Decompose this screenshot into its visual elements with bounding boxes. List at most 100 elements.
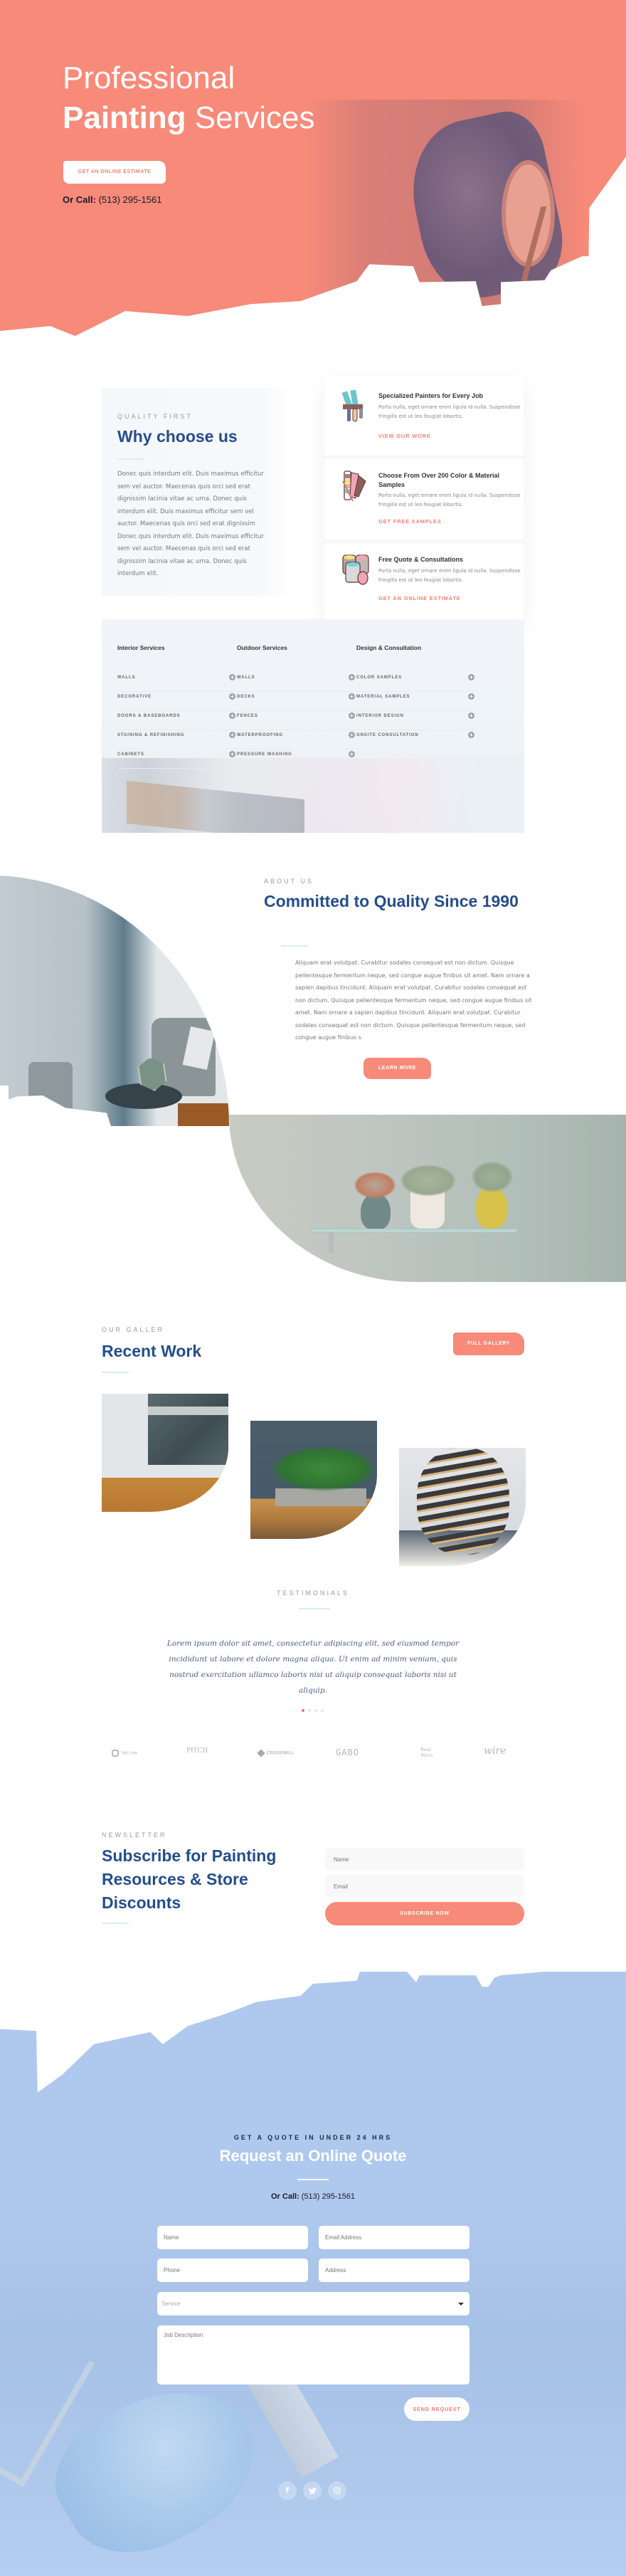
- service-label: DOORS & BASEBOARDS: [117, 714, 181, 718]
- plus-circle-icon[interactable]: +: [349, 713, 355, 719]
- shelf-bracket: [329, 1232, 334, 1253]
- plus-circle-icon[interactable]: +: [349, 674, 355, 680]
- service-select[interactable]: Service: [157, 2292, 469, 2315]
- plant: [400, 1165, 457, 1197]
- slide-dot[interactable]: [308, 1709, 311, 1712]
- paint-cans-icon: [342, 554, 369, 585]
- plus-circle-icon[interactable]: +: [468, 732, 474, 738]
- plus-circle-icon[interactable]: +: [229, 674, 235, 680]
- quote-email-input[interactable]: [319, 2226, 469, 2249]
- hero-title-rest: Services: [186, 100, 315, 135]
- job-description-textarea[interactable]: [157, 2325, 469, 2385]
- quote-phone-input[interactable]: [157, 2259, 308, 2282]
- service-item[interactable]: DECORATIVE +: [117, 692, 235, 711]
- service-item[interactable]: DOORS & BASEBOARDS +: [117, 711, 235, 730]
- logo-wire: wire: [484, 1745, 506, 1757]
- plus-circle-icon[interactable]: +: [468, 693, 474, 700]
- about-eyebrow: ABOUT US: [264, 878, 314, 885]
- service-label: FENCES: [237, 714, 258, 718]
- plus-circle-icon[interactable]: +: [229, 693, 235, 700]
- about-divider: [281, 945, 308, 947]
- testimonial-quote: Lorem ipsum dolor sit amet, consectetur …: [166, 1639, 460, 1695]
- plus-circle-icon[interactable]: +: [229, 732, 235, 738]
- service-item[interactable]: FENCES +: [237, 711, 355, 730]
- slide-dot[interactable]: [321, 1709, 324, 1712]
- services-section: Interior Services WALLS + DECORATIVE + DOO…: [102, 619, 524, 833]
- service-label: ONSITE CONSULTATION: [356, 733, 419, 737]
- service-item[interactable]: INTERIOR DESIGN +: [356, 711, 474, 730]
- logo-jobline: Job Line: [112, 1750, 137, 1757]
- phone-number[interactable]: (513) 295-1561: [96, 194, 162, 205]
- gallery-eyebrow: OUR GALLER: [102, 1326, 165, 1333]
- why-choose-panel: QUALITY FIRST Why choose us Donec quis i…: [102, 388, 294, 596]
- slide-dot[interactable]: [314, 1709, 317, 1712]
- subscribe-button[interactable]: SUBSCRIBE NOW: [325, 1902, 524, 1925]
- slide-dot-active[interactable]: [302, 1709, 304, 1712]
- card-text: Porta nulla, eget ornare enim ligula id …: [378, 493, 521, 508]
- service-item[interactable]: MATERIAL SAMPLES +: [356, 692, 474, 711]
- call-label: Or Call:: [63, 194, 96, 205]
- service-item[interactable]: STAINING & REFINISHING +: [117, 730, 235, 750]
- quote-address-input[interactable]: [319, 2259, 469, 2282]
- learn-more-button[interactable]: LEARN MORE: [364, 1058, 431, 1079]
- wall-painting: [148, 1394, 228, 1465]
- newsletter-eyebrow: NEWSLETTER: [102, 1831, 167, 1839]
- view-our-work-link[interactable]: VIEW OUR WORK: [378, 433, 431, 439]
- service-item[interactable]: ONSITE CONSULTATION +: [356, 730, 474, 750]
- service-label: COLOR SAMPLES: [356, 675, 403, 680]
- hero-section: Professional Painting Services GET AN ON…: [0, 0, 626, 349]
- get-free-samples-link[interactable]: GET FREE SAMPLES: [378, 518, 442, 525]
- chandelier: [417, 1448, 509, 1555]
- quote-name-input[interactable]: [157, 2226, 308, 2249]
- why-body: Donec quis interdum elit. Duis maximus e…: [117, 470, 264, 577]
- quote-paint-edge: [577, 1974, 626, 2059]
- service-label: PRESSURE WASHING: [237, 752, 292, 757]
- plus-circle-icon[interactable]: +: [229, 713, 235, 719]
- newsletter-name-input[interactable]: [325, 1848, 524, 1871]
- instagram-icon[interactable]: [328, 2481, 346, 2500]
- service-item[interactable]: WALLS +: [237, 673, 355, 692]
- newsletter-email-input[interactable]: [325, 1875, 524, 1898]
- facebook-icon[interactable]: f: [278, 2481, 297, 2500]
- card-title: Specialized Painters for Every Job: [378, 392, 484, 399]
- online-estimate-button[interactable]: GET AN ONLINE ESTIMATE: [63, 161, 166, 184]
- plus-circle-icon[interactable]: +: [349, 751, 355, 757]
- send-request-button[interactable]: SEND REQUEST: [404, 2397, 469, 2421]
- service-item[interactable]: COLOR SAMPLES +: [356, 673, 474, 692]
- service-item[interactable]: DECKS +: [237, 692, 355, 711]
- service-label: WALLS: [237, 675, 255, 680]
- quote-heading: Request an Online Quote: [219, 2147, 407, 2165]
- card-title: Free Quote & Consultations: [378, 556, 464, 563]
- service-item[interactable]: WALLS +: [117, 673, 235, 692]
- service-label: CABINETS: [117, 752, 144, 757]
- about-body: Aliquam erat volutpat. Curabitur sodales…: [295, 960, 532, 1041]
- card-title: Choose From Over 200 Color & Material Sa…: [378, 472, 500, 488]
- twitter-icon[interactable]: [303, 2481, 322, 2500]
- hero-title: Professional Painting Services: [63, 58, 315, 138]
- service-label: STAINING & REFINISHING: [117, 733, 185, 737]
- service-item[interactable]: WATERPROOFING +: [237, 730, 355, 750]
- plus-circle-icon[interactable]: +: [349, 693, 355, 700]
- why-heading: Why choose us: [117, 427, 238, 446]
- plus-circle-icon[interactable]: +: [229, 751, 235, 757]
- plus-circle-icon[interactable]: +: [468, 713, 474, 719]
- plus-circle-icon[interactable]: +: [468, 674, 474, 680]
- gallery-image-chandelier[interactable]: [399, 1448, 526, 1566]
- why-divider: [117, 458, 144, 460]
- testimonials-eyebrow: TESTIMONIALS: [276, 1589, 349, 1597]
- phone-number[interactable]: (513) 295-1561: [299, 2192, 355, 2201]
- testimonials-divider: [299, 1608, 330, 1609]
- full-gallery-button[interactable]: FULL GALLERY: [453, 1332, 524, 1355]
- feature-card: Free Quote & Consultations Porta nulla, …: [324, 544, 524, 621]
- gallery-image-art-wall[interactable]: [102, 1394, 228, 1512]
- online-estimate-link[interactable]: GET AN ONLINE ESTIMATE: [378, 595, 461, 601]
- service-item[interactable]: CABINETS +: [117, 750, 235, 769]
- plus-circle-icon[interactable]: +: [349, 732, 355, 738]
- service-label: DECORATIVE: [117, 695, 152, 699]
- gallery-image-planter[interactable]: [250, 1421, 377, 1539]
- hero-call-line: Or Call: (513) 295-1561: [63, 194, 161, 205]
- service-item[interactable]: PRESSURE WASHING +: [237, 750, 355, 769]
- service-label: WALLS: [117, 675, 136, 680]
- feature-card: Choose From Over 200 Color & Material Sa…: [324, 460, 524, 540]
- shelf-bracket: [496, 1232, 501, 1253]
